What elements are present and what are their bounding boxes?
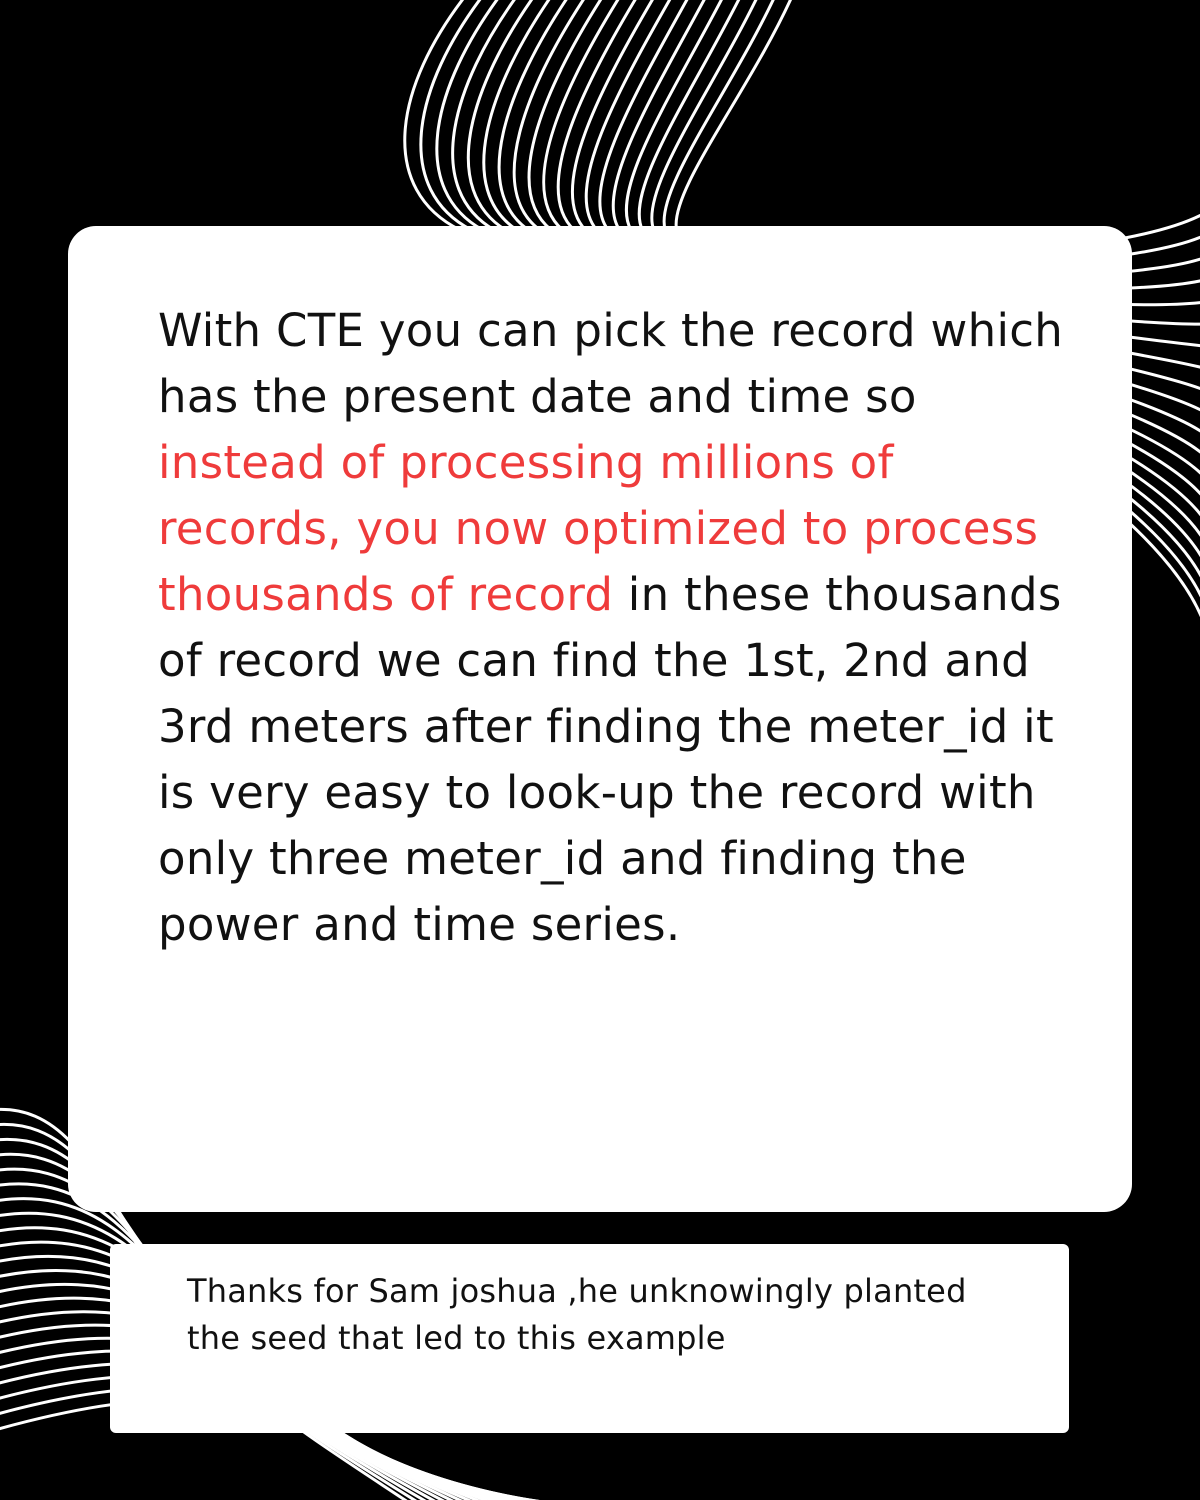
main-card: With CTE you can pick the record which h… (68, 226, 1132, 1212)
text-segment-rest: in these thousands of record we can find… (158, 568, 1062, 951)
credit-text: Thanks for Sam joshua ,he unknowingly pl… (187, 1272, 967, 1357)
text-segment-intro: With CTE you can pick the record which h… (158, 304, 1064, 423)
main-paragraph: With CTE you can pick the record which h… (158, 298, 1092, 958)
credit-card: Thanks for Sam joshua ,he unknowingly pl… (110, 1244, 1069, 1433)
